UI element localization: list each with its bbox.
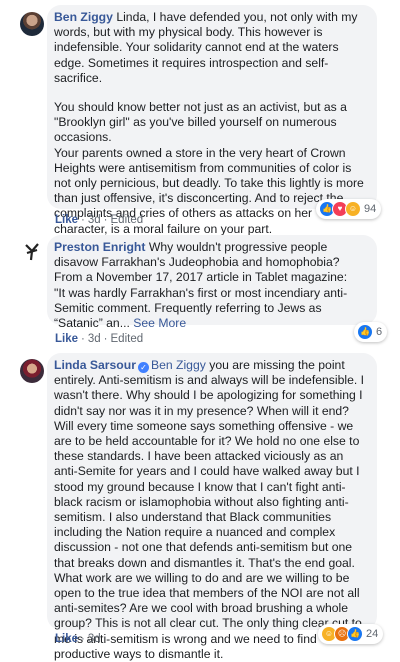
edited-label[interactable]: Edited — [111, 333, 144, 345]
comment-bubble: Preston Enright Why wouldn't progressive… — [47, 235, 377, 330]
reactions-summary[interactable]: 👍 ♥ ☺ 94 — [316, 199, 382, 219]
mention-link[interactable]: Ben Ziggy — [151, 358, 206, 372]
comment-text: you are missing the point entirely. Anti… — [54, 358, 365, 661]
reactions-summary[interactable]: ☺ ☹ 👍 24 — [318, 624, 384, 644]
reaction-count: 24 — [366, 628, 379, 640]
comment-author[interactable]: Ben Ziggy — [54, 10, 113, 24]
verified-badge-icon: ✓ — [137, 362, 149, 373]
edited-label[interactable]: Edited — [111, 214, 144, 226]
comment-actions: Like · 3d · Edited — [55, 333, 144, 345]
like-button[interactable]: Like — [55, 333, 78, 345]
reaction-count: 94 — [364, 203, 377, 215]
comment-author[interactable]: Linda Sarsour — [54, 358, 136, 372]
timestamp[interactable]: 3d — [88, 633, 101, 645]
reactions-summary[interactable]: 👍 6 — [354, 322, 388, 342]
haha-icon: ☺ — [345, 201, 361, 217]
avatar-preston-enright[interactable] — [20, 240, 44, 264]
timestamp[interactable]: 3d — [88, 214, 101, 226]
avatar-image — [25, 243, 39, 261]
timestamp[interactable]: 3d — [88, 333, 101, 345]
avatar-linda-sarsour[interactable] — [20, 359, 44, 383]
reaction-count: 6 — [376, 326, 383, 338]
like-icon: 👍 — [347, 626, 363, 642]
comment-bubble: Ben Ziggy Linda, I have defended you, no… — [47, 5, 377, 236]
comment-actions: Like · 3d — [55, 633, 101, 645]
comment-actions: Like · 3d · Edited — [55, 214, 144, 226]
like-button[interactable]: Like — [55, 633, 78, 645]
comment-bubble: Linda Sarsour ✓ Ben Ziggy you are missing … — [47, 353, 377, 661]
avatar-ben-ziggy[interactable] — [20, 12, 44, 36]
comment-author[interactable]: Preston Enright — [54, 240, 145, 254]
like-button[interactable]: Like — [55, 214, 78, 226]
see-more-link[interactable]: See More — [133, 316, 186, 330]
like-icon: 👍 — [357, 324, 373, 340]
